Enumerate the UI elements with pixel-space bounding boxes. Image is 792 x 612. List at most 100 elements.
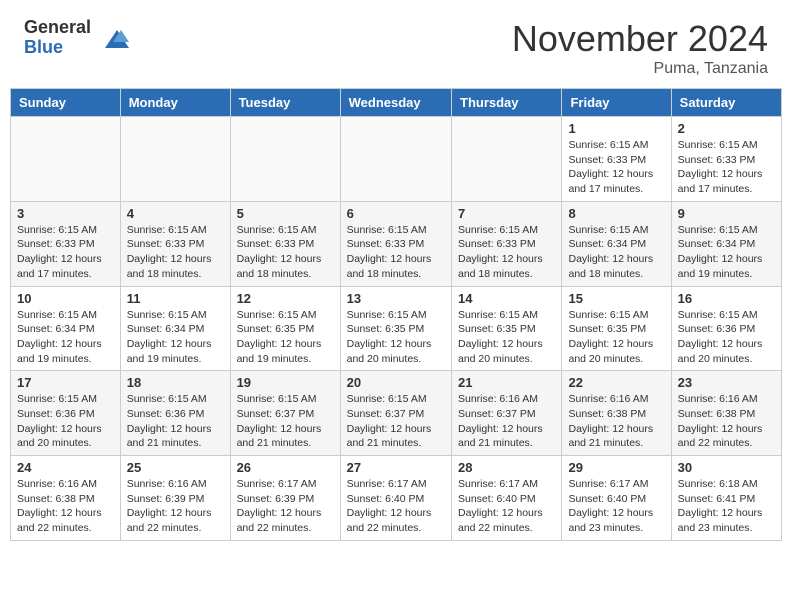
day-info: Sunrise: 6:15 AM Sunset: 6:33 PM Dayligh…: [678, 138, 775, 197]
day-number: 11: [127, 291, 224, 306]
calendar-cell: 25 Sunrise: 6:16 AM Sunset: 6:39 PM Dayli…: [120, 456, 230, 541]
day-number: 6: [347, 206, 445, 221]
day-number: 14: [458, 291, 555, 306]
calendar-week-row: 10Sunrise: 6:15 AM Sunset: 6:34 PM Dayli…: [11, 286, 782, 371]
calendar-cell: 8 Sunrise: 6:15 AM Sunset: 6:34 PM Daylig…: [562, 201, 671, 286]
header-sunday: Sunday: [11, 89, 121, 117]
day-info: Sunrise: 6:15 AM Sunset: 6:36 PM Dayligh…: [17, 392, 114, 451]
calendar-cell: [230, 117, 340, 202]
calendar-cell: 27Sunrise: 6:17 AM Sunset: 6:40 PM Dayli…: [340, 456, 451, 541]
day-number: 15: [568, 291, 664, 306]
logo: General Blue: [24, 18, 131, 58]
calendar-cell: 14 Sunrise: 6:15 AM Sunset: 6:35 PM Dayli…: [452, 286, 562, 371]
day-info: Sunrise: 6:15 AM Sunset: 6:33 PM Dayligh…: [17, 223, 114, 282]
calendar-cell: [452, 117, 562, 202]
day-info: Sunrise: 6:15 AM Sunset: 6:35 PM Dayligh…: [568, 308, 664, 367]
calendar-cell: 30 Sunrise: 6:18 AM Sunset: 6:41 PM Dayli…: [671, 456, 781, 541]
day-info: Sunrise: 6:15 AM Sunset: 6:33 PM Dayligh…: [458, 223, 555, 282]
logo-general-text: General: [24, 18, 91, 38]
calendar-cell: 13 Sunrise: 6:15 AM Sunset: 6:35 PM Dayli…: [340, 286, 451, 371]
calendar-cell: 5 Sunrise: 6:15 AM Sunset: 6:33 PM Daylig…: [230, 201, 340, 286]
day-number: 8: [568, 206, 664, 221]
calendar-cell: 12 Sunrise: 6:15 AM Sunset: 6:35 PM Dayli…: [230, 286, 340, 371]
day-number: 7: [458, 206, 555, 221]
day-number: 18: [127, 375, 224, 390]
calendar-cell: 21Sunrise: 6:16 AM Sunset: 6:37 PM Dayli…: [452, 371, 562, 456]
day-info: Sunrise: 6:15 AM Sunset: 6:34 PM Dayligh…: [127, 308, 224, 367]
weekday-header-row: Sunday Monday Tuesday Wednesday Thursday…: [11, 89, 782, 117]
title-block: November 2024 Puma, Tanzania: [512, 18, 768, 78]
day-info: Sunrise: 6:15 AM Sunset: 6:34 PM Dayligh…: [17, 308, 114, 367]
day-info: Sunrise: 6:18 AM Sunset: 6:41 PM Dayligh…: [678, 477, 775, 536]
page-header: General Blue November 2024 Puma, Tanzani…: [0, 0, 792, 88]
day-info: Sunrise: 6:15 AM Sunset: 6:35 PM Dayligh…: [347, 308, 445, 367]
day-number: 12: [237, 291, 334, 306]
calendar-cell: [11, 117, 121, 202]
day-info: Sunrise: 6:15 AM Sunset: 6:34 PM Dayligh…: [568, 223, 664, 282]
calendar-cell: 28Sunrise: 6:17 AM Sunset: 6:40 PM Dayli…: [452, 456, 562, 541]
calendar-cell: 19Sunrise: 6:15 AM Sunset: 6:37 PM Dayli…: [230, 371, 340, 456]
calendar-cell: 9 Sunrise: 6:15 AM Sunset: 6:34 PM Daylig…: [671, 201, 781, 286]
header-saturday: Saturday: [671, 89, 781, 117]
logo-blue-text: Blue: [24, 38, 91, 58]
header-friday: Friday: [562, 89, 671, 117]
calendar-table: Sunday Monday Tuesday Wednesday Thursday…: [10, 88, 782, 541]
calendar-week-row: 3 Sunrise: 6:15 AM Sunset: 6:33 PM Daylig…: [11, 201, 782, 286]
calendar-cell: 20 Sunrise: 6:15 AM Sunset: 6:37 PM Dayli…: [340, 371, 451, 456]
day-number: 9: [678, 206, 775, 221]
day-info: Sunrise: 6:15 AM Sunset: 6:36 PM Dayligh…: [127, 392, 224, 451]
day-info: Sunrise: 6:15 AM Sunset: 6:36 PM Dayligh…: [678, 308, 775, 367]
calendar-week-row: 17 Sunrise: 6:15 AM Sunset: 6:36 PM Dayli…: [11, 371, 782, 456]
day-info: Sunrise: 6:15 AM Sunset: 6:33 PM Dayligh…: [127, 223, 224, 282]
calendar-body: 1 Sunrise: 6:15 AM Sunset: 6:33 PM Daylig…: [11, 117, 782, 541]
calendar-cell: 17 Sunrise: 6:15 AM Sunset: 6:36 PM Dayli…: [11, 371, 121, 456]
calendar-cell: 16 Sunrise: 6:15 AM Sunset: 6:36 PM Dayli…: [671, 286, 781, 371]
day-number: 4: [127, 206, 224, 221]
day-number: 3: [17, 206, 114, 221]
calendar-cell: 11 Sunrise: 6:15 AM Sunset: 6:34 PM Dayli…: [120, 286, 230, 371]
calendar-cell: [340, 117, 451, 202]
day-info: Sunrise: 6:17 AM Sunset: 6:40 PM Dayligh…: [347, 477, 445, 536]
calendar-week-row: 1 Sunrise: 6:15 AM Sunset: 6:33 PM Daylig…: [11, 117, 782, 202]
day-number: 22: [568, 375, 664, 390]
calendar-week-row: 24 Sunrise: 6:16 AM Sunset: 6:38 PM Dayli…: [11, 456, 782, 541]
calendar-cell: 4 Sunrise: 6:15 AM Sunset: 6:33 PM Daylig…: [120, 201, 230, 286]
day-number: 23: [678, 375, 775, 390]
day-info: Sunrise: 6:15 AM Sunset: 6:33 PM Dayligh…: [568, 138, 664, 197]
day-info: Sunrise: 6:15 AM Sunset: 6:34 PM Dayligh…: [678, 223, 775, 282]
day-info: Sunrise: 6:16 AM Sunset: 6:38 PM Dayligh…: [17, 477, 114, 536]
day-number: 30: [678, 460, 775, 475]
header-wednesday: Wednesday: [340, 89, 451, 117]
day-number: 16: [678, 291, 775, 306]
day-info: Sunrise: 6:15 AM Sunset: 6:37 PM Dayligh…: [347, 392, 445, 451]
header-tuesday: Tuesday: [230, 89, 340, 117]
calendar-cell: 6 Sunrise: 6:15 AM Sunset: 6:33 PM Daylig…: [340, 201, 451, 286]
day-number: 5: [237, 206, 334, 221]
day-info: Sunrise: 6:15 AM Sunset: 6:33 PM Dayligh…: [237, 223, 334, 282]
day-number: 24: [17, 460, 114, 475]
day-number: 17: [17, 375, 114, 390]
day-info: Sunrise: 6:17 AM Sunset: 6:40 PM Dayligh…: [568, 477, 664, 536]
calendar-cell: 26Sunrise: 6:17 AM Sunset: 6:39 PM Dayli…: [230, 456, 340, 541]
calendar-cell: 29Sunrise: 6:17 AM Sunset: 6:40 PM Dayli…: [562, 456, 671, 541]
day-number: 19: [237, 375, 334, 390]
day-number: 13: [347, 291, 445, 306]
location: Puma, Tanzania: [512, 60, 768, 78]
day-info: Sunrise: 6:15 AM Sunset: 6:33 PM Dayligh…: [347, 223, 445, 282]
calendar-cell: 3 Sunrise: 6:15 AM Sunset: 6:33 PM Daylig…: [11, 201, 121, 286]
day-number: 1: [568, 121, 664, 136]
day-number: 21: [458, 375, 555, 390]
day-number: 20: [347, 375, 445, 390]
day-info: Sunrise: 6:16 AM Sunset: 6:39 PM Dayligh…: [127, 477, 224, 536]
calendar-cell: 7 Sunrise: 6:15 AM Sunset: 6:33 PM Daylig…: [452, 201, 562, 286]
header-thursday: Thursday: [452, 89, 562, 117]
calendar-cell: 10Sunrise: 6:15 AM Sunset: 6:34 PM Dayli…: [11, 286, 121, 371]
day-number: 25: [127, 460, 224, 475]
day-info: Sunrise: 6:17 AM Sunset: 6:40 PM Dayligh…: [458, 477, 555, 536]
calendar-cell: 24 Sunrise: 6:16 AM Sunset: 6:38 PM Dayli…: [11, 456, 121, 541]
calendar-cell: 2Sunrise: 6:15 AM Sunset: 6:33 PM Daylig…: [671, 117, 781, 202]
day-info: Sunrise: 6:15 AM Sunset: 6:35 PM Dayligh…: [237, 308, 334, 367]
month-title: November 2024: [512, 18, 768, 60]
day-info: Sunrise: 6:15 AM Sunset: 6:35 PM Dayligh…: [458, 308, 555, 367]
day-info: Sunrise: 6:17 AM Sunset: 6:39 PM Dayligh…: [237, 477, 334, 536]
